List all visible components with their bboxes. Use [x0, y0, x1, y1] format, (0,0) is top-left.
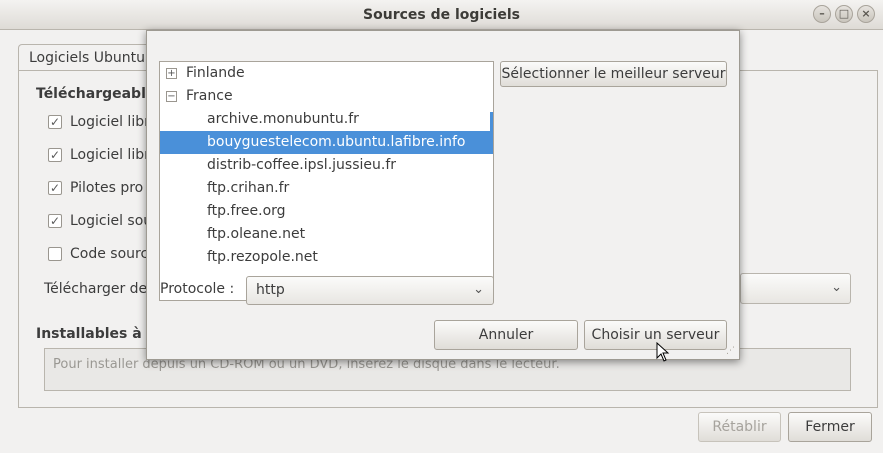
downloadable-title: Téléchargeable — [36, 86, 156, 102]
mirror-group-france[interactable]: − France — [160, 85, 493, 108]
chevron-down-icon: ⌄ — [831, 280, 842, 295]
checkbox-label: Logiciel libr — [70, 114, 150, 130]
scrollbar-thumb[interactable] — [490, 112, 493, 147]
mirror-list[interactable]: + Finlande − France archive.monubuntu.fr… — [159, 61, 494, 301]
mouse-cursor-icon — [656, 342, 670, 362]
mirror-item[interactable]: distrib-coffee.ipsl.jussieu.fr — [160, 154, 493, 177]
revert-button[interactable]: Rétablir — [698, 412, 781, 442]
checkbox-row[interactable]: Code sourc — [48, 246, 148, 262]
checkbox[interactable]: ✓ — [48, 181, 62, 195]
checkbox-row[interactable]: ✓ Logiciel sou — [48, 213, 152, 229]
mirror-item-selected[interactable]: bouyguestelecom.ubuntu.lafibre.info — [160, 131, 493, 154]
mirror-item[interactable]: ftp.crihan.fr — [160, 177, 493, 200]
window-controls: – □ × — [813, 5, 875, 23]
cancel-button[interactable]: Annuler — [434, 320, 578, 350]
checkbox-label: Logiciel libr — [70, 147, 150, 163]
protocol-value: http — [256, 282, 285, 298]
checkbox-row[interactable]: ✓ Logiciel libr — [48, 114, 150, 130]
mirror-item[interactable]: ftp.oleane.net — [160, 223, 493, 246]
checkbox[interactable] — [48, 247, 62, 261]
protocol-label: Protocole : — [160, 281, 235, 297]
maximize-button[interactable]: □ — [835, 5, 853, 23]
checkbox-row[interactable]: ✓ Pilotes pro — [48, 180, 143, 196]
chevron-down-icon: ⌄ — [473, 282, 484, 297]
window-title: Sources de logiciels — [363, 7, 520, 23]
close-window-button[interactable]: Fermer — [788, 412, 872, 442]
mirror-item[interactable]: archive.monubuntu.fr — [160, 108, 493, 131]
mirror-item[interactable]: ftp.rezopole.net — [160, 246, 493, 269]
checkbox[interactable]: ✓ — [48, 115, 62, 129]
minimize-button[interactable]: – — [813, 5, 831, 23]
best-server-button[interactable]: Sélectionner le meilleur serveur — [500, 61, 727, 87]
close-button[interactable]: × — [857, 5, 875, 23]
minus-icon[interactable]: − — [166, 91, 177, 102]
checkbox-label: Pilotes pro — [70, 180, 144, 196]
resize-grip-icon[interactable]: ⋰ — [726, 346, 736, 356]
download-from-label: Télécharger de — [44, 281, 148, 297]
plus-icon[interactable]: + — [166, 68, 177, 79]
mirror-item[interactable]: ftp.free.org — [160, 200, 493, 223]
title-bar: Sources de logiciels – □ × — [0, 0, 883, 30]
checkbox-row[interactable]: ✓ Logiciel libr — [48, 147, 150, 163]
checkbox[interactable]: ✓ — [48, 148, 62, 162]
checkbox-label: Code sourc — [70, 246, 149, 262]
mirror-group-finland[interactable]: + Finlande — [160, 62, 493, 85]
checkbox-label: Logiciel sou — [70, 213, 153, 229]
checkbox[interactable]: ✓ — [48, 214, 62, 228]
mirror-group-label: Finlande — [186, 65, 245, 81]
mirror-group-label: France — [186, 88, 233, 104]
download-server-select[interactable]: ⌄ — [740, 273, 851, 304]
installable-title: Installables à p — [36, 326, 157, 342]
choose-server-dialog: + Finlande − France archive.monubuntu.fr… — [146, 30, 740, 360]
tab-ubuntu-software[interactable]: Logiciels Ubuntu — [18, 44, 158, 72]
protocol-select[interactable]: http ⌄ — [246, 276, 494, 305]
